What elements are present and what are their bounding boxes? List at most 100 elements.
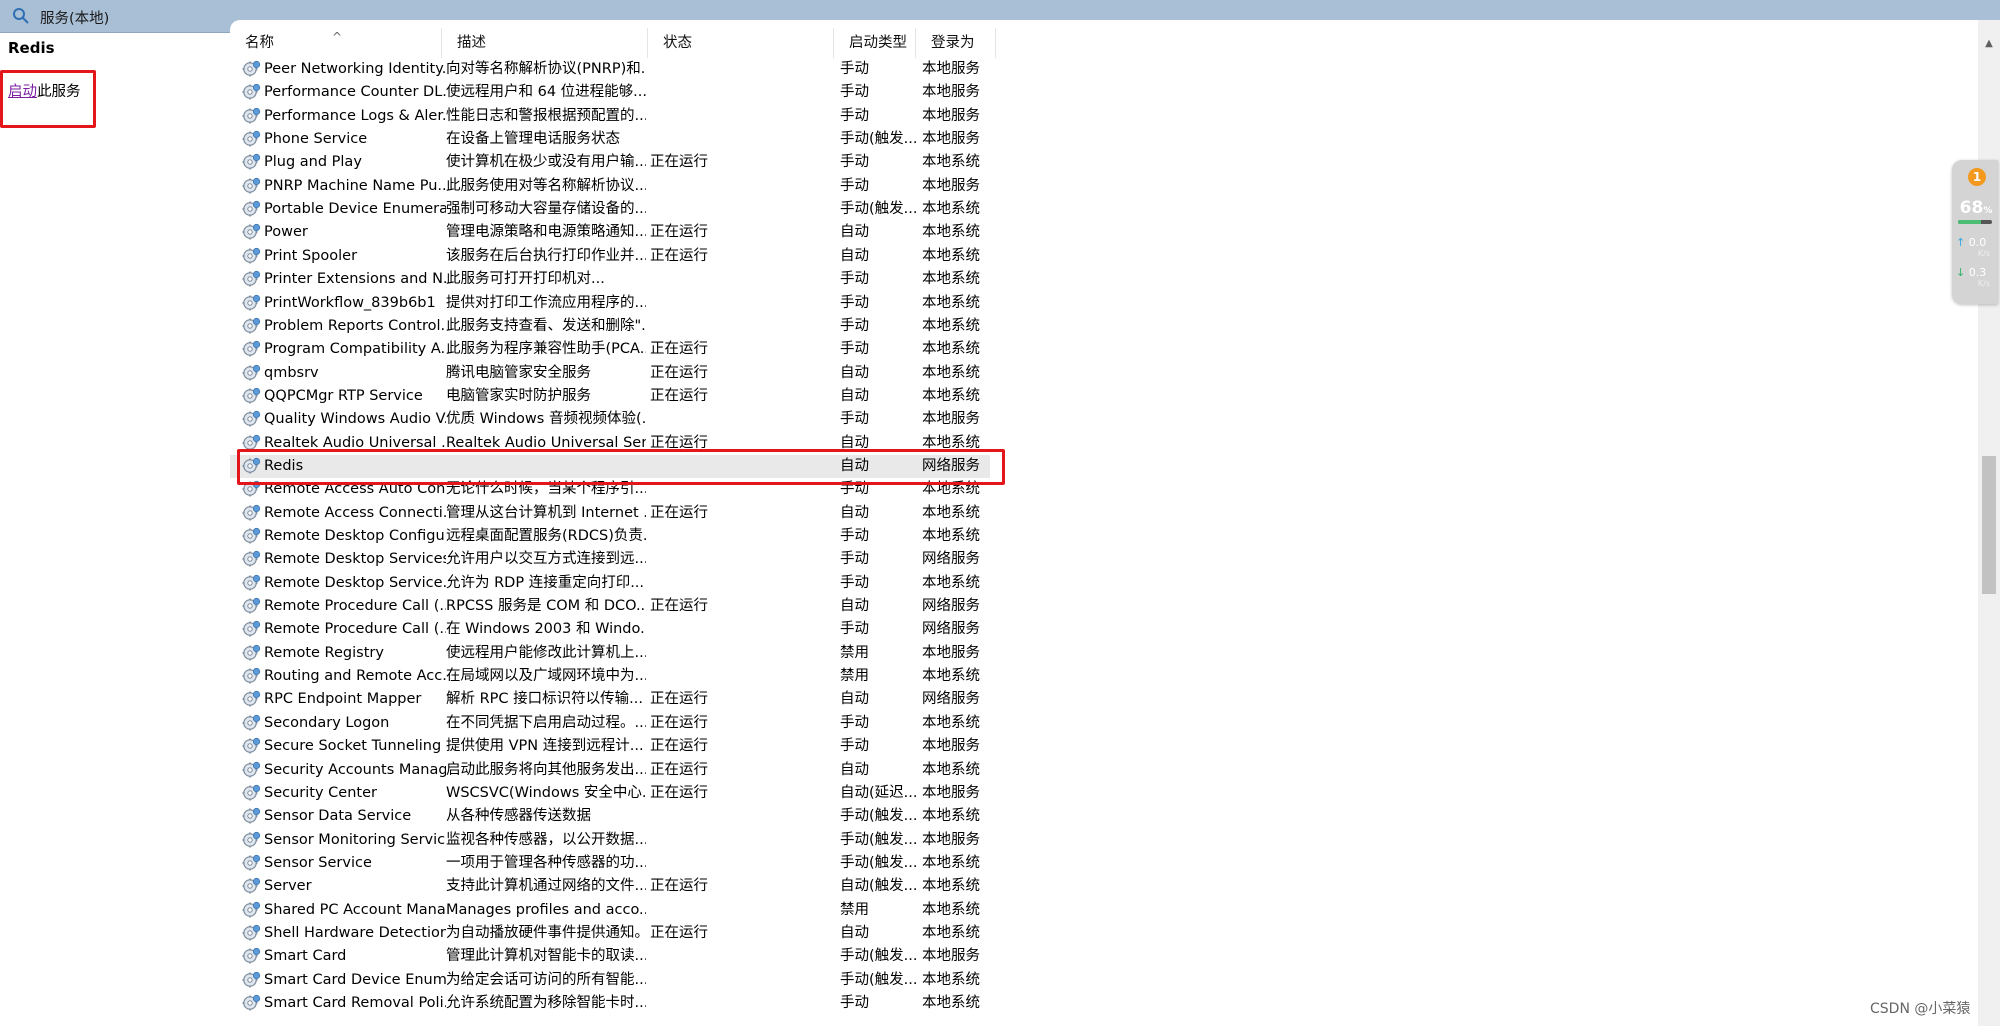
sort-ascending-icon: ^ [332,30,343,44]
service-row[interactable]: Remote Access Connecti... 管理从这台计算机到 Inter… [230,502,990,525]
service-row[interactable]: Shell Hardware Detection 为自动播放硬件事件提供通知。 正在… [230,922,990,945]
service-row[interactable]: Smart Card Removal Poli... 允许系统配置为移除智能卡时.… [230,992,990,1015]
service-gear-icon [242,130,261,149]
upload-arrow-icon: ↑ [1956,236,1966,249]
service-row[interactable]: Smart Card Device Enum... 为给定会话可访问的所有智能..… [230,969,990,992]
scrollbar-thumb[interactable] [1982,456,1996,594]
network-monitor-widget[interactable]: 1 68% ↑ 0.0 K/s ↓ 0.3 K/s [1952,160,1998,304]
service-row[interactable]: Performance Counter DL... 使远程用户和 64 位进程能够… [230,81,990,104]
service-row[interactable]: Portable Device Enumera... 强制可移动大容量存储设备的.… [230,198,990,221]
service-description: 解析 RPC 接口标识符以传输... [446,691,643,708]
column-header-startup-type[interactable]: 启动类型 [834,28,916,58]
service-row[interactable]: Power 管理电源策略和电源策略通知... 正在运行 自动 本地系统 [230,221,990,244]
service-logon-as: 本地服务 [922,107,980,124]
service-row[interactable]: Remote Procedure Call (... RPCSS 服务是 COM … [230,595,990,618]
service-startup-type: 自动 [840,761,869,778]
service-row[interactable]: Security Accounts Manag... 启动此服务将向其他服务发出.… [230,759,990,782]
service-name: Phone Service [264,131,368,148]
service-startup-type: 手动 [840,177,869,194]
service-startup-type: 手动(触发... [840,948,916,965]
service-description: 允许为 RDP 连接重定向打印... [446,574,645,591]
service-description: 腾讯电脑管家安全服务 [446,364,591,381]
service-description: 为给定会话可访问的所有智能... [446,971,646,988]
service-row[interactable]: Routing and Remote Acc... 在局域网以及广域网环境中为..… [230,665,990,688]
service-logon-as: 本地系统 [922,271,980,288]
service-row[interactable]: RPC Endpoint Mapper 解析 RPC 接口标识符以传输... 正在运… [230,688,990,711]
highlight-box-start-link [0,70,96,128]
service-description: 使远程用户和 64 位进程能够... [446,84,646,101]
service-gear-icon [242,294,261,313]
service-row[interactable]: Remote Desktop Service... 允许为 RDP 连接重定向打印… [230,572,990,595]
service-row[interactable]: Sensor Data Service 从各种传感器传送数据 手动(触发... 本地系… [230,805,990,828]
scroll-up-icon[interactable]: ▲ [1978,38,2000,58]
service-gear-icon [242,994,261,1013]
service-description: 电脑管家实时防护服务 [446,387,591,404]
service-startup-type: 手动 [840,738,869,755]
service-name: Smart Card Device Enum... [264,971,446,988]
download-arrow-icon: ↓ [1956,266,1966,279]
service-status: 正在运行 [650,154,708,171]
service-row[interactable]: Quality Windows Audio V... 优质 Windows 音频视… [230,408,990,431]
service-description: 远程桌面配置服务(RDCS)负责... [446,528,646,544]
service-row[interactable]: Peer Networking Identity... 向对等名称解析协议(PNR… [230,58,990,81]
service-logon-as: 本地服务 [922,644,980,661]
service-row[interactable]: Security Center WSCSVC(Windows 安全中心... 正在运… [230,782,990,805]
service-name: Remote Procedure Call (... [264,598,446,615]
service-description: 启动此服务将向其他服务发出... [446,761,646,778]
service-row[interactable]: Secondary Logon 在不同凭据下启用启动过程。... 正在运行 手动 本地系… [230,712,990,735]
service-row[interactable]: PNRP Machine Name Pu... 此服务使用对等名称解析协议... 手… [230,175,990,198]
service-description: 此服务可打开打印机对... [446,271,605,288]
service-row[interactable]: Secure Socket Tunneling ... 提供使用 VPN 连接到远… [230,735,990,758]
service-row[interactable]: Program Compatibility A... 此服务为程序兼容性助手(PC… [230,338,990,361]
service-row[interactable]: PrintWorkflow_839b6b1 提供对打印工作流应用程序的... 手动 本… [230,292,990,315]
service-description: 在不同凭据下启用启动过程。... [446,714,646,731]
service-description: 提供使用 VPN 连接到远程计... [446,738,644,755]
service-row[interactable]: Problem Reports Control... 此服务支持查看、发送和删除"… [230,315,990,338]
column-header-name[interactable]: 名称 ^ [230,28,442,58]
column-header-logon[interactable]: 登录为 [916,28,996,58]
service-row[interactable]: qmbsrv 腾讯电脑管家安全服务 正在运行 自动 本地系统 [230,362,990,385]
service-status: 正在运行 [650,341,708,358]
service-name: Remote Desktop Configu... [264,528,446,544]
service-row[interactable]: Print Spooler 该服务在后台执行打印作业并... 正在运行 自动 本地系统 [230,245,990,268]
service-description: 管理电源策略和电源策略通知... [446,224,646,241]
service-gear-icon [242,504,261,523]
service-description: 一项用于管理各种传感器的功... [446,854,646,871]
service-row[interactable]: Shared PC Account Mana... Manages profile… [230,899,990,922]
service-row[interactable]: Performance Logs & Aler... 性能日志和警报根据预配置的.… [230,105,990,128]
service-startup-type: 自动 [840,364,869,381]
service-row[interactable]: Smart Card 管理此计算机对智能卡的取读... 手动(触发... 本地服务 [230,945,990,968]
service-row[interactable]: Remote Desktop Configu... 远程桌面配置服务(RDCS)负… [230,525,990,548]
service-description: 允许系统配置为移除智能卡时... [446,995,646,1011]
service-logon-as: 本地服务 [922,948,980,965]
service-gear-icon [242,831,261,850]
service-startup-type: 禁用 [840,644,869,661]
service-startup-type: 手动 [840,621,869,638]
column-header-description[interactable]: 描述 [442,28,648,58]
service-gear-icon [242,270,261,289]
service-name: Performance Logs & Aler... [264,107,446,124]
service-row[interactable]: QQPCMgr RTP Service 电脑管家实时防护服务 正在运行 自动 本地系统 [230,385,990,408]
service-description: 在局域网以及广域网环境中为... [446,668,646,685]
service-row[interactable]: Remote Desktop Services 允许用户以交互方式连接到远... 手… [230,548,990,571]
service-row[interactable]: Sensor Service 一项用于管理各种传感器的功... 手动(触发... 本地… [230,852,990,875]
service-name: Peer Networking Identity... [264,61,446,77]
service-startup-type: 手动 [840,714,869,731]
service-name: Secondary Logon [264,714,390,731]
service-status: 正在运行 [650,247,708,264]
service-logon-as: 本地系统 [922,924,980,941]
service-gear-icon [242,550,261,569]
service-row[interactable]: Remote Procedure Call (... 在 Windows 2003… [230,618,990,641]
service-name: Sensor Data Service [264,808,412,825]
service-row[interactable]: Server 支持此计算机通过网络的文件... 正在运行 自动(触发... 本地系统 [230,875,990,898]
service-row[interactable]: Printer Extensions and N... 此服务可打开打印机对...… [230,268,990,291]
service-row[interactable]: Phone Service 在设备上管理电话服务状态 手动(触发... 本地服务 [230,128,990,151]
service-row[interactable]: Plug and Play 使计算机在极少或没有用户输... 正在运行 手动 本地系统 [230,151,990,174]
column-header-status[interactable]: 状态 [648,28,834,58]
service-logon-as: 本地系统 [922,387,980,404]
service-startup-type: 手动 [840,551,869,568]
service-startup-type: 手动(触发... [840,131,916,148]
service-row[interactable]: Sensor Monitoring Service 监视各种传感器，以公开数据..… [230,829,990,852]
service-startup-type: 手动 [840,341,869,358]
service-row[interactable]: Remote Registry 使远程用户能修改此计算机上... 禁用 本地服务 [230,642,990,665]
